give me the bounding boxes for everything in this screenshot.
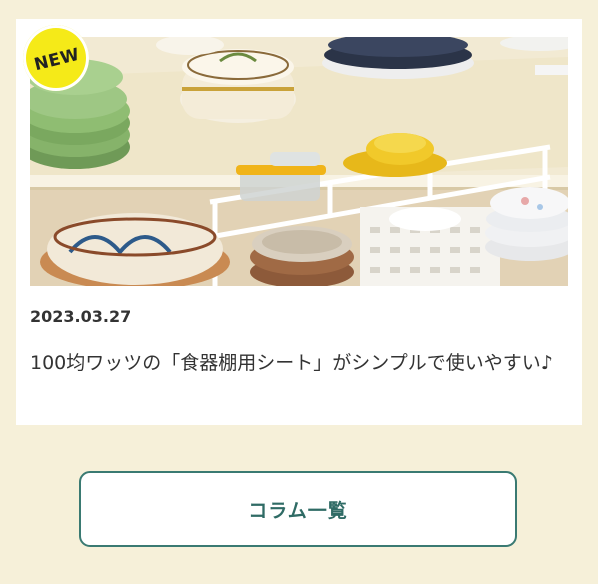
column-list-button-label: コラム一覧: [248, 499, 348, 522]
article-title[interactable]: 100均ワッツの「食器棚用シート」がシンプルで使いやすい♪: [30, 347, 570, 380]
new-badge-label: NEW: [32, 44, 82, 76]
dish-shelf-photo: [30, 37, 568, 286]
article-thumbnail[interactable]: [30, 37, 568, 286]
column-list-button[interactable]: コラム一覧: [79, 471, 517, 547]
article-date: 2023.03.27: [30, 307, 132, 326]
new-badge: NEW: [23, 25, 89, 91]
column-card[interactable]: NEW 2023.03.27 100均ワッツの「食器棚用シート」がシンプルで使い…: [16, 19, 582, 425]
